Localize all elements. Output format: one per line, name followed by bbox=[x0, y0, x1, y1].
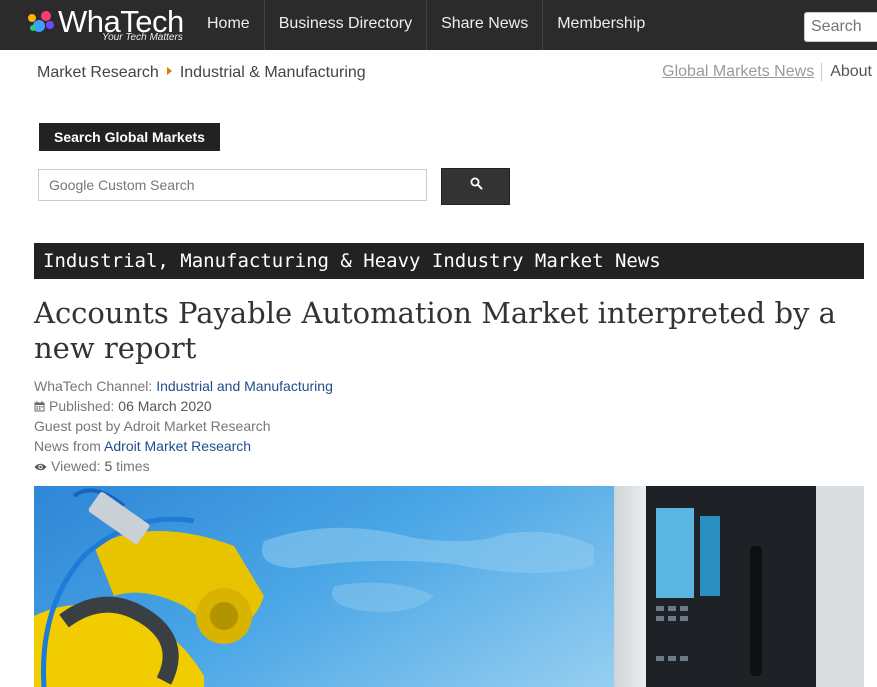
meta-channel: WhaTech Channel: Industrial and Manufact… bbox=[34, 376, 333, 396]
viewed-count: 5 bbox=[104, 458, 113, 474]
global-markets-link[interactable]: Global Markets News bbox=[662, 63, 823, 81]
header-links: Global Markets News About bbox=[662, 63, 872, 81]
article-hero-image bbox=[34, 486, 864, 687]
search-global-markets-heading: Search Global Markets bbox=[39, 123, 220, 151]
eye-icon bbox=[34, 463, 47, 471]
breadcrumb-arrow-icon bbox=[166, 67, 172, 75]
nav-share-news[interactable]: Share News bbox=[426, 0, 542, 50]
meta-viewed: Viewed: 5 times bbox=[34, 456, 333, 476]
viewed-label: Viewed: bbox=[51, 458, 101, 474]
meta-published: Published: 06 March 2020 bbox=[34, 396, 333, 416]
channel-link[interactable]: Industrial and Manufacturing bbox=[156, 378, 333, 394]
article-title: Accounts Payable Automation Market inter… bbox=[34, 296, 836, 365]
breadcrumb-market-research[interactable]: Market Research bbox=[37, 64, 159, 81]
nav-business-directory[interactable]: Business Directory bbox=[263, 0, 426, 50]
meta-guest-post: Guest post by Adroit Market Research bbox=[34, 418, 271, 434]
breadcrumb-industrial[interactable]: Industrial & Manufacturing bbox=[180, 64, 366, 81]
custom-search-button[interactable] bbox=[441, 168, 510, 205]
nav-home[interactable]: Home bbox=[193, 0, 264, 50]
brand-tagline: Your Tech Matters bbox=[102, 32, 183, 43]
viewed-suffix: times bbox=[116, 458, 150, 474]
published-date: 06 March 2020 bbox=[118, 398, 212, 414]
nav-membership[interactable]: Membership bbox=[542, 0, 659, 50]
channel-label: WhaTech Channel: bbox=[34, 378, 153, 394]
section-title-bar: Industrial, Manufacturing & Heavy Indust… bbox=[34, 243, 864, 279]
calendar-icon bbox=[34, 401, 45, 412]
top-navbar: WhaTech Your Tech Matters Home Business … bbox=[0, 0, 877, 50]
site-logo[interactable]: WhaTech Your Tech Matters bbox=[24, 4, 194, 44]
breadcrumb: Market Research Industrial & Manufacturin… bbox=[37, 64, 366, 82]
about-link[interactable]: About bbox=[822, 63, 872, 81]
news-from-label: News from bbox=[34, 438, 101, 454]
meta-news-from: News from Adroit Market Research bbox=[34, 436, 333, 456]
published-label: Published: bbox=[49, 398, 115, 414]
news-from-link[interactable]: Adroit Market Research bbox=[104, 438, 251, 454]
article-meta: WhaTech Channel: Industrial and Manufact… bbox=[34, 376, 333, 476]
main-menu: Home Business Directory Share News Membe… bbox=[193, 0, 659, 50]
custom-search-input[interactable] bbox=[38, 169, 427, 201]
site-search-input[interactable] bbox=[804, 12, 877, 42]
search-icon bbox=[470, 177, 483, 190]
